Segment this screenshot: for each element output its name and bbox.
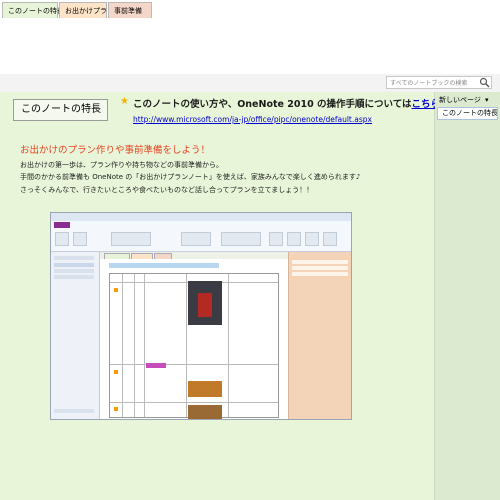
screenshot-flag [114,370,118,374]
screenshot-nav-row [54,256,94,260]
screenshot-table-col [144,274,145,417]
screenshot-flag [114,288,118,292]
star-icon: ★ [120,96,129,107]
body-text-line: 手間のかかる前準備も OneNote の「お出かけプランノート」を使えば、家族み… [20,173,361,181]
screenshot-ribbon [51,221,351,252]
screenshot-file-tab [54,222,70,228]
page-list-panel [435,92,500,500]
search-input[interactable]: すべてのノートブックの検索 (Ctrl+E) [386,76,492,100]
screenshot-tab [131,253,153,259]
screenshot-photo-lantern [198,293,212,317]
screenshot-flag [114,407,118,411]
screenshot-ribbon-button [221,232,261,246]
screenshot-highlight [146,363,166,368]
screenshot-table-col [228,274,229,417]
screenshot-ribbon-button [287,232,301,246]
screenshot-photo [188,405,222,419]
screenshot-ribbon-button [305,232,319,246]
page-list-item[interactable]: このノートの特長 [437,107,498,120]
intro-heading: このノートの使い方や、OneNote 2010 の操作手順についてはこちらから [133,96,459,110]
screenshot-ribbon-button [73,232,87,246]
screenshot-table-col [186,274,187,417]
screenshot-nav-row [54,275,94,279]
search-icon[interactable] [479,77,490,88]
body-text-line: お出かけの第一歩は、プラン作りや持ち物などの事前準備から。 [20,161,223,169]
screenshot-ribbon-button [181,232,211,246]
screenshot-page-panel [288,252,351,419]
chevron-down-icon[interactable]: ▾ [485,94,495,106]
screenshot-titlebar [51,213,351,221]
screenshot-page-row [292,272,348,276]
screenshot-nav-row [54,409,94,413]
plan-heading: お出かけのプラン作りや事前準備をしよう！ [20,145,211,156]
onenote-screenshot-image [50,212,352,420]
screenshot-notebook-nav [51,252,100,419]
screenshot-table-col [134,274,135,417]
screenshot-table-col [122,274,123,417]
screenshot-ribbon-button [55,232,69,246]
body-text-line: さっそくみんなで、行きたいところや食べたいものなど話し合ってプランを立てましょう… [20,186,314,194]
intro-heading-text: このノートの使い方や、OneNote 2010 の操作手順については [133,99,412,110]
screenshot-page-row [292,260,348,264]
screenshot-tab [154,253,172,259]
microsoft-url-link[interactable]: http://www.microsoft.com/ja-jp/office/pi… [133,115,372,124]
screenshot-ribbon-button [323,232,337,246]
screenshot-page-title [109,263,219,268]
page-title: このノートの特長 [13,99,108,121]
screenshot-table-row [110,402,278,403]
screenshot-table-row [110,364,278,365]
screenshot-ribbon-button [111,232,151,246]
screenshot-nav-row [54,263,94,267]
screenshot-photo [188,381,222,397]
screenshot-nav-row [54,269,94,273]
screenshot-ribbon-button [269,232,283,246]
screenshot-page-row [292,266,348,270]
tab-notebook-features[interactable]: このノートの特長 [2,2,64,18]
tab-outing-plan[interactable]: お出かけプラン [59,2,114,18]
tab-preparation[interactable]: 事前準備 [108,2,152,18]
screenshot-tab [104,253,130,259]
